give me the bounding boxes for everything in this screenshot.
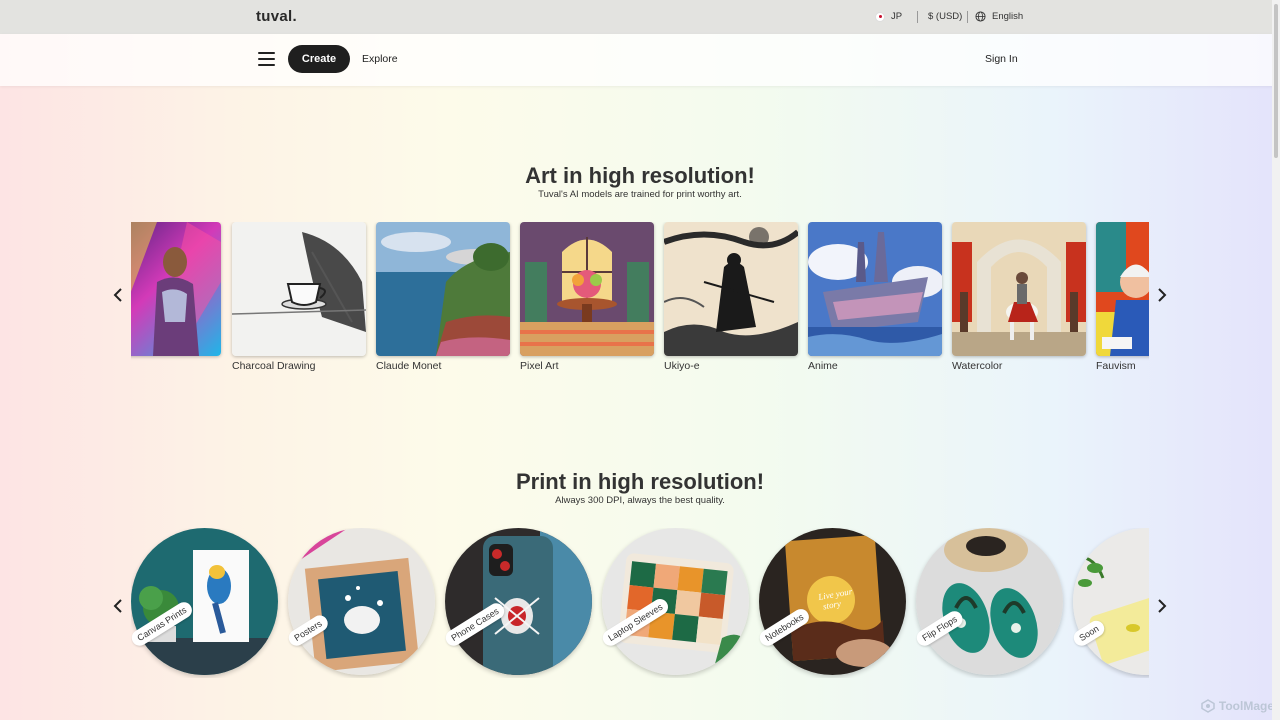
art-card-claude-monet[interactable]: Claude Monet bbox=[376, 222, 510, 372]
product-image bbox=[1073, 528, 1149, 675]
product-soon[interactable]: Soon bbox=[1070, 528, 1149, 675]
art-section-subtitle: Tuval's AI models are trained for print … bbox=[538, 189, 742, 200]
art-style-label: Anime bbox=[808, 360, 838, 372]
art-thumbnail bbox=[520, 222, 654, 356]
art-card-partial[interactable] bbox=[131, 222, 221, 356]
scrollbar-thumb[interactable] bbox=[1274, 4, 1278, 158]
art-style-label: Watercolor bbox=[952, 360, 1003, 372]
art-thumbnail bbox=[952, 222, 1086, 356]
art-card-fauvism[interactable]: Fauvism bbox=[1096, 222, 1149, 372]
globe-icon bbox=[975, 11, 986, 22]
print-carousel-next-arrow-icon[interactable] bbox=[1155, 598, 1169, 614]
art-card-anime[interactable]: Anime bbox=[808, 222, 942, 372]
art-style-carousel: Charcoal Drawing Claude Monet Pixel Art … bbox=[131, 222, 1149, 382]
divider bbox=[967, 11, 968, 23]
print-section-subtitle: Always 300 DPI, always the best quality. bbox=[555, 495, 725, 506]
top-utility-bar: tuval. JP $ (USD) English bbox=[0, 0, 1280, 34]
main-navbar: Create Explore Sign In bbox=[0, 34, 1280, 86]
print-product-carousel: Canvas Prints Posters Phone Cases Laptop… bbox=[131, 528, 1149, 678]
divider bbox=[917, 11, 918, 23]
product-laptop-sleeves[interactable]: Laptop Sleeves bbox=[599, 528, 749, 675]
print-section-title: Print in high resolution! bbox=[515, 469, 765, 494]
art-thumbnail bbox=[376, 222, 510, 356]
art-style-label: Claude Monet bbox=[376, 360, 442, 372]
product-flip-flops[interactable]: Flip Flops bbox=[913, 528, 1063, 675]
language-selector[interactable]: English bbox=[975, 11, 1023, 22]
art-thumbnail bbox=[131, 222, 221, 356]
region-selector[interactable]: JP bbox=[875, 11, 902, 22]
product-posters[interactable]: Posters bbox=[285, 528, 435, 675]
watermark-text: ToolMage bbox=[1218, 699, 1274, 713]
currency-label: $ (USD) bbox=[928, 11, 963, 22]
logo[interactable]: tuval. bbox=[256, 8, 297, 25]
art-style-label: Charcoal Drawing bbox=[232, 360, 316, 372]
create-button[interactable]: Create bbox=[288, 45, 350, 73]
menu-icon[interactable] bbox=[258, 52, 275, 66]
art-card-pixel-art[interactable]: Pixel Art bbox=[520, 222, 654, 372]
sign-in-link[interactable]: Sign In bbox=[985, 53, 1018, 65]
print-carousel-prev-arrow-icon[interactable] bbox=[111, 598, 125, 614]
art-thumbnail bbox=[1096, 222, 1149, 356]
art-style-label: Fauvism bbox=[1096, 360, 1136, 372]
product-image bbox=[602, 528, 749, 675]
product-notebooks[interactable]: Live your story Notebooks bbox=[756, 528, 906, 675]
art-style-label: Ukiyo-e bbox=[664, 360, 700, 372]
art-card-charcoal-drawing[interactable]: Charcoal Drawing bbox=[232, 222, 366, 372]
product-image: Live your story bbox=[759, 528, 906, 675]
art-card-ukiyo-e[interactable]: Ukiyo-e bbox=[664, 222, 798, 372]
product-image bbox=[916, 528, 1063, 675]
product-canvas-prints[interactable]: Canvas Prints bbox=[131, 528, 278, 675]
product-image bbox=[445, 528, 592, 675]
art-section-title: Art in high resolution! bbox=[525, 163, 755, 188]
product-image bbox=[131, 528, 278, 675]
art-card-watercolor[interactable]: Watercolor bbox=[952, 222, 1086, 372]
toolmage-logo-icon bbox=[1201, 699, 1215, 713]
art-thumbnail bbox=[664, 222, 798, 356]
currency-selector[interactable]: $ (USD) bbox=[928, 11, 962, 22]
art-thumbnail bbox=[808, 222, 942, 356]
page-scrollbar[interactable] bbox=[1272, 0, 1280, 720]
language-label: English bbox=[992, 11, 1024, 22]
product-phone-cases[interactable]: Phone Cases bbox=[442, 528, 592, 675]
art-carousel-next-arrow-icon[interactable] bbox=[1155, 287, 1169, 303]
art-style-label: Pixel Art bbox=[520, 360, 559, 372]
art-thumbnail bbox=[232, 222, 366, 356]
region-label: JP bbox=[891, 11, 903, 22]
japan-flag-icon bbox=[875, 11, 885, 22]
explore-link[interactable]: Explore bbox=[362, 53, 398, 65]
art-carousel-prev-arrow-icon[interactable] bbox=[111, 287, 125, 303]
product-image bbox=[288, 528, 435, 675]
watermark: ToolMage bbox=[1201, 699, 1274, 713]
